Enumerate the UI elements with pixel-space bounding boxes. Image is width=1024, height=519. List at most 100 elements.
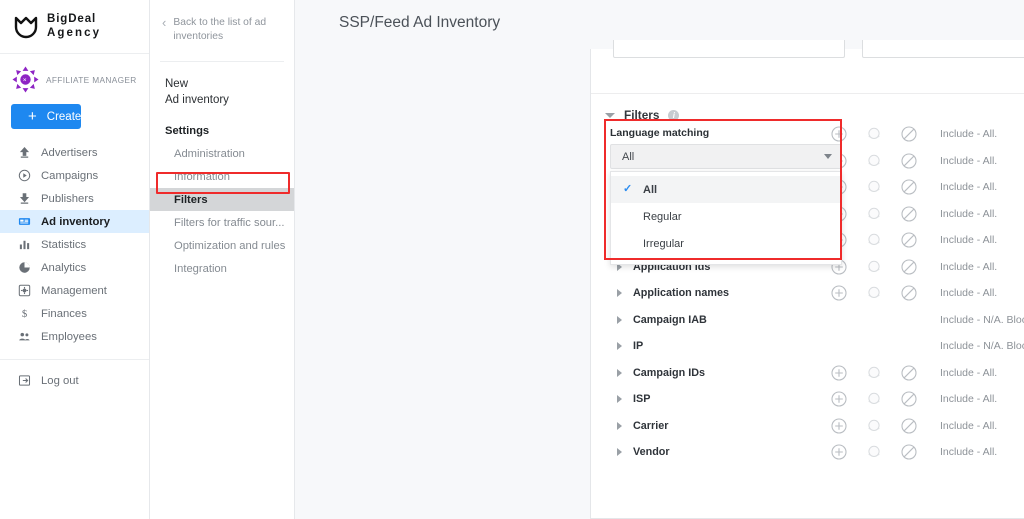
filters-section-header[interactable]: Filters i bbox=[591, 94, 1024, 122]
block-circle-icon[interactable] bbox=[901, 206, 917, 222]
filter-row-actions bbox=[831, 153, 917, 169]
language-matching-option[interactable]: ✓ All bbox=[611, 176, 841, 203]
sidebar-item-campaigns[interactable]: Campaigns bbox=[0, 164, 149, 187]
option-label: Irregular bbox=[643, 237, 684, 250]
language-matching-option[interactable]: Regular bbox=[611, 203, 841, 230]
expand-caret-icon[interactable] bbox=[617, 395, 622, 404]
sidebar-item-label: Campaigns bbox=[41, 169, 99, 182]
sidebar-item-label: Publishers bbox=[41, 192, 94, 205]
check-icon: ✓ bbox=[623, 183, 633, 195]
filter-row[interactable]: Carrier Include - All. bbox=[591, 413, 1024, 440]
block-circle-icon[interactable] bbox=[901, 179, 917, 195]
plus-circle-icon[interactable] bbox=[831, 365, 847, 381]
sidebar-item-label: Log out bbox=[41, 374, 79, 387]
toggle-knob-icon[interactable] bbox=[866, 391, 882, 407]
logout-arrow-icon bbox=[18, 374, 31, 387]
sidebar-item-employees[interactable]: Employees bbox=[0, 325, 149, 348]
svg-text:✕: ✕ bbox=[23, 77, 27, 83]
sidebar-item-publishers[interactable]: Publishers bbox=[0, 187, 149, 210]
block-circle-icon[interactable] bbox=[901, 126, 917, 142]
filter-row-actions bbox=[831, 444, 917, 460]
play-circle-icon bbox=[18, 169, 31, 182]
toggle-knob-icon[interactable] bbox=[866, 259, 882, 275]
block-circle-icon[interactable] bbox=[901, 391, 917, 407]
toggle-knob-icon[interactable] bbox=[866, 232, 882, 248]
brand-line1: BigDeal bbox=[47, 13, 97, 26]
subnav-item-optimization-and-rules[interactable]: Optimization and rules bbox=[150, 234, 294, 257]
language-matching-value: All bbox=[622, 150, 635, 163]
sidebar-item-label: Analytics bbox=[41, 261, 87, 274]
filter-row[interactable]: Vendor Include - All. bbox=[591, 439, 1024, 466]
sidebar-item-statistics[interactable]: Statistics bbox=[0, 233, 149, 256]
plus-circle-icon[interactable] bbox=[831, 285, 847, 301]
subnav-item-settings[interactable]: Settings bbox=[150, 119, 294, 142]
expand-caret-icon[interactable] bbox=[617, 448, 622, 457]
sidebar-item-analytics[interactable]: Analytics bbox=[0, 256, 149, 279]
block-circle-icon[interactable] bbox=[901, 153, 917, 169]
subnav-item-administration[interactable]: Administration bbox=[150, 142, 294, 165]
filter-row[interactable]: Campaign IDs Include - All. bbox=[591, 360, 1024, 387]
account-role-label: AFFILIATE MANAGER bbox=[46, 74, 137, 85]
sidebar-item-finances[interactable]: $ Finances bbox=[0, 302, 149, 325]
block-circle-icon[interactable] bbox=[901, 259, 917, 275]
plus-circle-icon[interactable] bbox=[831, 391, 847, 407]
toggle-knob-icon[interactable] bbox=[866, 153, 882, 169]
filter-row-actions bbox=[831, 365, 917, 381]
expand-caret-icon[interactable] bbox=[617, 368, 622, 377]
back-to-list-link[interactable]: ‹ Back to the list of ad inventories bbox=[150, 0, 294, 44]
filter-row-actions bbox=[831, 179, 917, 195]
toggle-knob-icon[interactable] bbox=[866, 285, 882, 301]
sidebar-item-logout[interactable]: Log out bbox=[0, 369, 149, 392]
subnav-item-information[interactable]: Information bbox=[150, 165, 294, 188]
filter-row[interactable]: IP Include - N/A. Block - N/A. bbox=[591, 333, 1024, 360]
plus-circle-icon[interactable] bbox=[831, 418, 847, 434]
language-matching-option[interactable]: Irregular bbox=[611, 230, 841, 257]
subnav-item-integration[interactable]: Integration bbox=[150, 257, 294, 280]
scrolled-input-right[interactable] bbox=[862, 40, 1024, 58]
toggle-knob-icon[interactable] bbox=[866, 418, 882, 434]
filter-row-actions bbox=[831, 391, 917, 407]
toggle-knob-icon[interactable] bbox=[866, 365, 882, 381]
filters-heading-label: Filters bbox=[624, 108, 660, 122]
sidebar-item-ad-inventory[interactable]: Ad inventory bbox=[0, 210, 149, 233]
svg-text:$: $ bbox=[22, 308, 27, 320]
block-circle-icon[interactable] bbox=[901, 365, 917, 381]
account-block[interactable]: ✕ AFFILIATE MANAGER bbox=[0, 54, 149, 97]
sidebar-item-management[interactable]: Management bbox=[0, 279, 149, 302]
filter-row-actions bbox=[831, 232, 917, 248]
subnav-item-filters[interactable]: Filters bbox=[150, 188, 294, 212]
subnav-item-filters-for-traffic-sources[interactable]: Filters for traffic sour... bbox=[150, 211, 294, 234]
scrolled-inputs-row bbox=[591, 40, 1024, 94]
block-circle-icon[interactable] bbox=[901, 444, 917, 460]
brand-header[interactable]: BigDeal Agency bbox=[0, 0, 149, 54]
toggle-knob-icon[interactable] bbox=[866, 179, 882, 195]
filter-row[interactable]: ISP Include - All. bbox=[591, 386, 1024, 413]
chevron-down-icon bbox=[824, 154, 832, 159]
filter-row[interactable]: Application names Include - All. bbox=[591, 280, 1024, 307]
filter-row-status: Include - All. bbox=[940, 260, 998, 273]
toggle-knob-icon[interactable] bbox=[866, 126, 882, 142]
language-matching-select[interactable]: All bbox=[610, 144, 842, 169]
filter-row-actions bbox=[831, 259, 917, 275]
plus-circle-icon[interactable] bbox=[831, 444, 847, 460]
create-button[interactable]: + Create bbox=[11, 104, 82, 129]
filter-row-label: Carrier bbox=[633, 419, 669, 432]
filter-row-label: ISP bbox=[633, 393, 651, 406]
expand-caret-icon[interactable] bbox=[617, 289, 622, 298]
expand-caret-icon[interactable] bbox=[617, 421, 622, 430]
filter-row[interactable]: Campaign IAB Include - N/A. Block - N/A. bbox=[591, 307, 1024, 334]
toggle-knob-icon[interactable] bbox=[866, 206, 882, 222]
expand-caret-icon[interactable] bbox=[617, 315, 622, 324]
sidebar-item-advertisers[interactable]: Advertisers bbox=[0, 141, 149, 164]
block-circle-icon[interactable] bbox=[901, 418, 917, 434]
caret-down-icon[interactable] bbox=[605, 112, 615, 118]
scrolled-input-left[interactable] bbox=[613, 40, 845, 58]
toggle-knob-icon[interactable] bbox=[866, 444, 882, 460]
filter-row-actions bbox=[831, 285, 917, 301]
expand-caret-icon[interactable] bbox=[617, 342, 622, 351]
info-icon[interactable]: i bbox=[668, 109, 680, 121]
block-circle-icon[interactable] bbox=[901, 285, 917, 301]
language-matching-group: Language matching All ✓ All Regular Irregul… bbox=[610, 127, 842, 265]
block-circle-icon[interactable] bbox=[901, 232, 917, 248]
sidebar-item-label: Management bbox=[41, 284, 107, 297]
